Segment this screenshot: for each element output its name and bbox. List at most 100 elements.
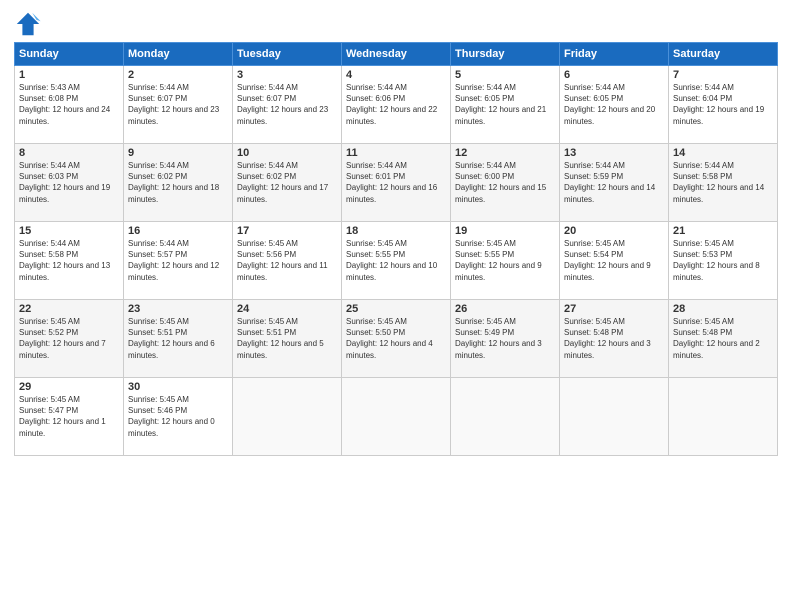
day-number: 27 — [564, 303, 664, 315]
calendar-cell: 20Sunrise: 5:45 AMSunset: 5:54 PMDayligh… — [560, 222, 669, 300]
day-info: Sunrise: 5:44 AMSunset: 5:58 PMDaylight:… — [673, 160, 773, 205]
day-info: Sunrise: 5:45 AMSunset: 5:48 PMDaylight:… — [673, 316, 773, 361]
day-number: 23 — [128, 303, 228, 315]
day-number: 25 — [346, 303, 446, 315]
calendar-cell: 16Sunrise: 5:44 AMSunset: 5:57 PMDayligh… — [124, 222, 233, 300]
day-number: 17 — [237, 225, 337, 237]
calendar-cell: 7Sunrise: 5:44 AMSunset: 6:04 PMDaylight… — [669, 66, 778, 144]
day-info: Sunrise: 5:45 AMSunset: 5:55 PMDaylight:… — [455, 238, 555, 283]
day-number: 24 — [237, 303, 337, 315]
day-number: 5 — [455, 69, 555, 81]
day-number: 30 — [128, 381, 228, 393]
day-number: 8 — [19, 147, 119, 159]
calendar-cell: 19Sunrise: 5:45 AMSunset: 5:55 PMDayligh… — [451, 222, 560, 300]
calendar-cell: 5Sunrise: 5:44 AMSunset: 6:05 PMDaylight… — [451, 66, 560, 144]
day-number: 26 — [455, 303, 555, 315]
day-number: 29 — [19, 381, 119, 393]
calendar-week-0: 1Sunrise: 5:43 AMSunset: 6:08 PMDaylight… — [15, 66, 778, 144]
weekday-header-row: SundayMondayTuesdayWednesdayThursdayFrid… — [15, 43, 778, 66]
calendar-cell: 8Sunrise: 5:44 AMSunset: 6:03 PMDaylight… — [15, 144, 124, 222]
calendar-cell: 29Sunrise: 5:45 AMSunset: 5:47 PMDayligh… — [15, 378, 124, 456]
calendar-cell: 17Sunrise: 5:45 AMSunset: 5:56 PMDayligh… — [233, 222, 342, 300]
day-info: Sunrise: 5:44 AMSunset: 6:06 PMDaylight:… — [346, 82, 446, 127]
day-info: Sunrise: 5:44 AMSunset: 6:07 PMDaylight:… — [128, 82, 228, 127]
calendar-cell: 18Sunrise: 5:45 AMSunset: 5:55 PMDayligh… — [342, 222, 451, 300]
calendar-cell: 10Sunrise: 5:44 AMSunset: 6:02 PMDayligh… — [233, 144, 342, 222]
calendar-cell: 28Sunrise: 5:45 AMSunset: 5:48 PMDayligh… — [669, 300, 778, 378]
day-number: 19 — [455, 225, 555, 237]
day-number: 28 — [673, 303, 773, 315]
day-info: Sunrise: 5:44 AMSunset: 6:00 PMDaylight:… — [455, 160, 555, 205]
logo — [14, 10, 46, 38]
day-info: Sunrise: 5:44 AMSunset: 5:57 PMDaylight:… — [128, 238, 228, 283]
day-number: 20 — [564, 225, 664, 237]
day-info: Sunrise: 5:45 AMSunset: 5:52 PMDaylight:… — [19, 316, 119, 361]
day-number: 18 — [346, 225, 446, 237]
day-info: Sunrise: 5:45 AMSunset: 5:53 PMDaylight:… — [673, 238, 773, 283]
day-info: Sunrise: 5:45 AMSunset: 5:50 PMDaylight:… — [346, 316, 446, 361]
day-info: Sunrise: 5:45 AMSunset: 5:46 PMDaylight:… — [128, 394, 228, 439]
weekday-header-thursday: Thursday — [451, 43, 560, 66]
day-info: Sunrise: 5:44 AMSunset: 6:05 PMDaylight:… — [564, 82, 664, 127]
header — [14, 10, 778, 38]
day-number: 16 — [128, 225, 228, 237]
calendar-week-4: 29Sunrise: 5:45 AMSunset: 5:47 PMDayligh… — [15, 378, 778, 456]
day-number: 10 — [237, 147, 337, 159]
calendar-cell: 23Sunrise: 5:45 AMSunset: 5:51 PMDayligh… — [124, 300, 233, 378]
day-info: Sunrise: 5:44 AMSunset: 6:05 PMDaylight:… — [455, 82, 555, 127]
calendar-cell: 27Sunrise: 5:45 AMSunset: 5:48 PMDayligh… — [560, 300, 669, 378]
weekday-header-saturday: Saturday — [669, 43, 778, 66]
day-info: Sunrise: 5:45 AMSunset: 5:55 PMDaylight:… — [346, 238, 446, 283]
calendar-cell: 21Sunrise: 5:45 AMSunset: 5:53 PMDayligh… — [669, 222, 778, 300]
day-info: Sunrise: 5:44 AMSunset: 5:58 PMDaylight:… — [19, 238, 119, 283]
calendar-week-1: 8Sunrise: 5:44 AMSunset: 6:03 PMDaylight… — [15, 144, 778, 222]
calendar-cell — [560, 378, 669, 456]
day-info: Sunrise: 5:44 AMSunset: 6:04 PMDaylight:… — [673, 82, 773, 127]
day-info: Sunrise: 5:45 AMSunset: 5:48 PMDaylight:… — [564, 316, 664, 361]
calendar-cell: 12Sunrise: 5:44 AMSunset: 6:00 PMDayligh… — [451, 144, 560, 222]
calendar-cell — [342, 378, 451, 456]
calendar-cell: 14Sunrise: 5:44 AMSunset: 5:58 PMDayligh… — [669, 144, 778, 222]
day-info: Sunrise: 5:45 AMSunset: 5:51 PMDaylight:… — [237, 316, 337, 361]
day-number: 4 — [346, 69, 446, 81]
day-number: 7 — [673, 69, 773, 81]
calendar-cell: 6Sunrise: 5:44 AMSunset: 6:05 PMDaylight… — [560, 66, 669, 144]
calendar-cell: 24Sunrise: 5:45 AMSunset: 5:51 PMDayligh… — [233, 300, 342, 378]
calendar-cell: 2Sunrise: 5:44 AMSunset: 6:07 PMDaylight… — [124, 66, 233, 144]
day-info: Sunrise: 5:44 AMSunset: 6:01 PMDaylight:… — [346, 160, 446, 205]
calendar-week-2: 15Sunrise: 5:44 AMSunset: 5:58 PMDayligh… — [15, 222, 778, 300]
day-number: 9 — [128, 147, 228, 159]
calendar-cell: 30Sunrise: 5:45 AMSunset: 5:46 PMDayligh… — [124, 378, 233, 456]
day-info: Sunrise: 5:44 AMSunset: 6:02 PMDaylight:… — [237, 160, 337, 205]
logo-icon — [14, 10, 42, 38]
calendar-cell — [233, 378, 342, 456]
day-info: Sunrise: 5:44 AMSunset: 6:02 PMDaylight:… — [128, 160, 228, 205]
calendar-cell: 26Sunrise: 5:45 AMSunset: 5:49 PMDayligh… — [451, 300, 560, 378]
day-info: Sunrise: 5:44 AMSunset: 6:03 PMDaylight:… — [19, 160, 119, 205]
weekday-header-monday: Monday — [124, 43, 233, 66]
day-info: Sunrise: 5:45 AMSunset: 5:54 PMDaylight:… — [564, 238, 664, 283]
day-number: 22 — [19, 303, 119, 315]
day-number: 14 — [673, 147, 773, 159]
day-number: 2 — [128, 69, 228, 81]
day-number: 12 — [455, 147, 555, 159]
calendar-cell: 11Sunrise: 5:44 AMSunset: 6:01 PMDayligh… — [342, 144, 451, 222]
calendar-cell: 1Sunrise: 5:43 AMSunset: 6:08 PMDaylight… — [15, 66, 124, 144]
weekday-header-sunday: Sunday — [15, 43, 124, 66]
day-info: Sunrise: 5:45 AMSunset: 5:56 PMDaylight:… — [237, 238, 337, 283]
day-info: Sunrise: 5:44 AMSunset: 6:07 PMDaylight:… — [237, 82, 337, 127]
calendar-cell — [451, 378, 560, 456]
day-number: 21 — [673, 225, 773, 237]
weekday-header-friday: Friday — [560, 43, 669, 66]
weekday-header-tuesday: Tuesday — [233, 43, 342, 66]
day-number: 15 — [19, 225, 119, 237]
calendar-cell: 15Sunrise: 5:44 AMSunset: 5:58 PMDayligh… — [15, 222, 124, 300]
day-number: 6 — [564, 69, 664, 81]
day-info: Sunrise: 5:43 AMSunset: 6:08 PMDaylight:… — [19, 82, 119, 127]
weekday-header-wednesday: Wednesday — [342, 43, 451, 66]
calendar-cell — [669, 378, 778, 456]
day-number: 3 — [237, 69, 337, 81]
calendar-cell: 25Sunrise: 5:45 AMSunset: 5:50 PMDayligh… — [342, 300, 451, 378]
calendar-cell: 4Sunrise: 5:44 AMSunset: 6:06 PMDaylight… — [342, 66, 451, 144]
day-info: Sunrise: 5:45 AMSunset: 5:51 PMDaylight:… — [128, 316, 228, 361]
